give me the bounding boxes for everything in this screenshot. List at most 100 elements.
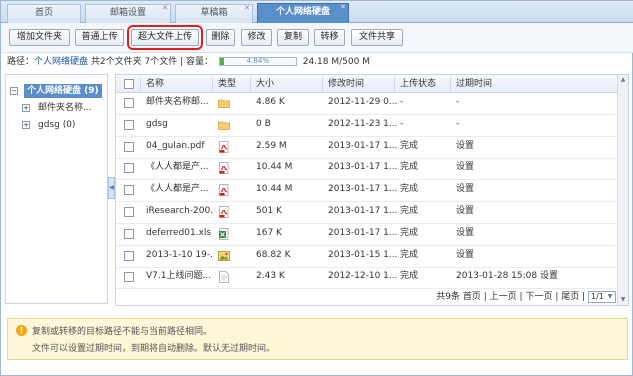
expand-icon[interactable]: + [22,103,30,112]
column-upload-status[interactable]: 上传状态 [400,75,450,93]
file-name[interactable]: 《人人都是产... [146,158,214,177]
image-icon [218,250,230,262]
column-type[interactable]: 类型 [218,75,248,93]
column-name[interactable]: 名称 [146,75,212,93]
file-expiry[interactable]: 2013-01-28 15:08 设置 [456,267,616,286]
row-checkbox[interactable] [124,207,134,217]
file-upload-status: 完成 [400,271,419,282]
row-checkbox[interactable] [124,272,134,283]
row-checkbox[interactable] [124,98,134,108]
tree-root-toggle[interactable]: − [10,84,18,98]
row-checkbox[interactable] [124,228,134,239]
pager-last[interactable]: 尾页 [561,292,579,302]
file-size: 10.44 M [256,184,293,195]
file-modified: 2012-12-10 1... [328,271,398,282]
file-name[interactable]: 2013-1-10 19-... [146,246,214,265]
quota-usage: 24.18 M/500 M [302,57,370,67]
file-expiry[interactable]: - [456,115,616,134]
table-row[interactable]: gdsg 0 B 2012-11-23 1... - - [116,115,628,137]
file-expiry[interactable]: 设置 [456,202,616,221]
table-row[interactable]: iResearch-200... 501 K 2013-01-17 1... 完成 设置 [116,202,628,224]
file-size: 68.82 K [256,249,291,260]
file-expiry[interactable]: 设置 [456,137,616,156]
row-checkbox[interactable] [124,119,134,130]
table-row[interactable]: V7.1上线问题... 2.43 K 2012-12-10 1... 完成 2013-0… [116,267,628,290]
column-modified[interactable]: 修改时间 [328,75,388,93]
table-row[interactable]: 邮件夹名称邮... 4.86 K 2012-11-29 0... - - [116,93,628,115]
close-icon[interactable]: ✕ [162,4,168,12]
file-name[interactable]: V7.1上线问题... [146,267,214,286]
tree-item-toggle[interactable]: + [22,118,30,132]
select-all-checkbox[interactable] [124,79,134,89]
pager-first[interactable]: 首页 [463,292,481,302]
file-table: 名称 类型 大小 修改时间 上传状态 过期时间 邮件夹名称邮... 4.86 K 2… [115,74,629,306]
collapse-icon[interactable]: − [10,86,18,95]
row-checkbox[interactable] [124,141,134,152]
file-name[interactable]: 《人人都是产... [146,180,214,199]
file-name[interactable]: iResearch-200... [146,202,214,221]
row-checkbox[interactable] [124,163,134,174]
tree-item-gdsg[interactable]: gdsg (0) [38,118,75,132]
tab-home[interactable]: 首页 [7,4,81,23]
file-size: 0 B [256,118,271,129]
close-icon[interactable]: ✕ [340,3,346,11]
file-size: 2.59 M [256,140,287,151]
file-upload-status: 完成 [400,249,419,260]
modify-button[interactable]: 修改 [241,29,272,46]
file-name[interactable]: 邮件夹名称邮... [146,93,214,112]
tab-mailbox-settings[interactable]: 邮箱设置 ✕ [85,4,171,23]
row-checkbox[interactable] [124,250,134,261]
table-header: 名称 类型 大小 修改时间 上传状态 过期时间 [116,75,628,93]
pager-next[interactable]: 下一页 [525,292,552,302]
add-folder-button[interactable]: 增加文件夹 [9,29,70,46]
file-name[interactable]: deferred01.xls [146,224,214,243]
close-icon[interactable]: ✕ [244,4,250,12]
expand-icon[interactable]: + [22,120,30,129]
file-expiry[interactable]: 设置 [456,158,616,177]
tree-item-toggle[interactable]: + [22,101,30,115]
normal-upload-button[interactable]: 普通上传 [75,29,124,46]
file-size: 2.43 K [256,271,285,282]
column-size[interactable]: 大小 [256,75,316,93]
scroll-up-icon[interactable]: ▲ [619,76,627,84]
file-modified: 2013-01-17 1... [328,227,398,238]
move-button[interactable]: 转移 [314,29,345,46]
quota-bar: 4.84% [218,57,297,66]
pdf-icon [218,140,230,153]
tree-item-mail-folder[interactable]: 邮件夹名称... [38,101,92,115]
tree-root[interactable]: 个人网络硬盘 (9) [24,84,102,98]
file-expiry[interactable]: - [456,93,616,112]
pdf-icon [218,206,230,218]
scroll-down-icon[interactable]: ▼ [619,296,627,304]
row-checkbox[interactable] [124,185,134,196]
file-upload-status: - [400,118,404,129]
file-modified: 2012-11-23 1... [328,118,398,129]
delete-button[interactable]: 删除 [206,29,235,46]
column-expiry[interactable]: 过期时间 [456,75,516,93]
pager-prev[interactable]: 上一页 [490,292,517,302]
file-upload-status: 完成 [400,162,419,173]
chevron-down-icon: ▼ [607,292,613,300]
table-row[interactable]: 《人人都是产... 10.44 M 2013-01-17 1... 完成 设置 [116,158,628,181]
file-expiry[interactable]: 设置 [456,224,616,243]
file-modified: 2012-11-29 0... [328,97,398,107]
table-row[interactable]: 《人人都是产... 10.44 M 2013-01-17 1... 完成 设置 [116,180,628,203]
page-select[interactable]: 1/1 ▼ [588,290,616,303]
vertical-scrollbar[interactable]: ▲ ▼ [617,75,628,305]
file-name[interactable]: gdsg [146,115,214,134]
file-size: 10.44 M [256,162,293,173]
collapse-panel-handle[interactable]: ◀ [108,177,115,199]
file-name[interactable]: 04_gulan.pdf [146,137,214,156]
path-link[interactable]: 个人网络硬盘 [34,57,88,67]
tab-personal-disk[interactable]: 个人网络硬盘 ✕ [257,3,349,23]
table-row[interactable]: deferred01.xls 167 K 2013-01-17 1... 完成 设置 [116,224,628,246]
tab-bar: 首页 邮箱设置 ✕ 草稿箱 ✕ 个人网络硬盘 ✕ [1,1,633,23]
file-share-button[interactable]: 文件共享 [351,29,403,46]
file-expiry[interactable]: 设置 [456,180,616,199]
large-file-upload-button[interactable]: 超大文件上传 [127,25,203,50]
copy-button[interactable]: 复制 [277,29,309,46]
table-row[interactable]: 2013-1-10 19-... 68.82 K 2013-01-15 1... 完成… [116,246,628,268]
table-row[interactable]: 04_gulan.pdf 2.59 M 2013-01-17 1... 完成 设置 [116,137,628,159]
tab-drafts[interactable]: 草稿箱 ✕ [175,4,253,23]
file-expiry[interactable]: 设置 [456,246,616,265]
